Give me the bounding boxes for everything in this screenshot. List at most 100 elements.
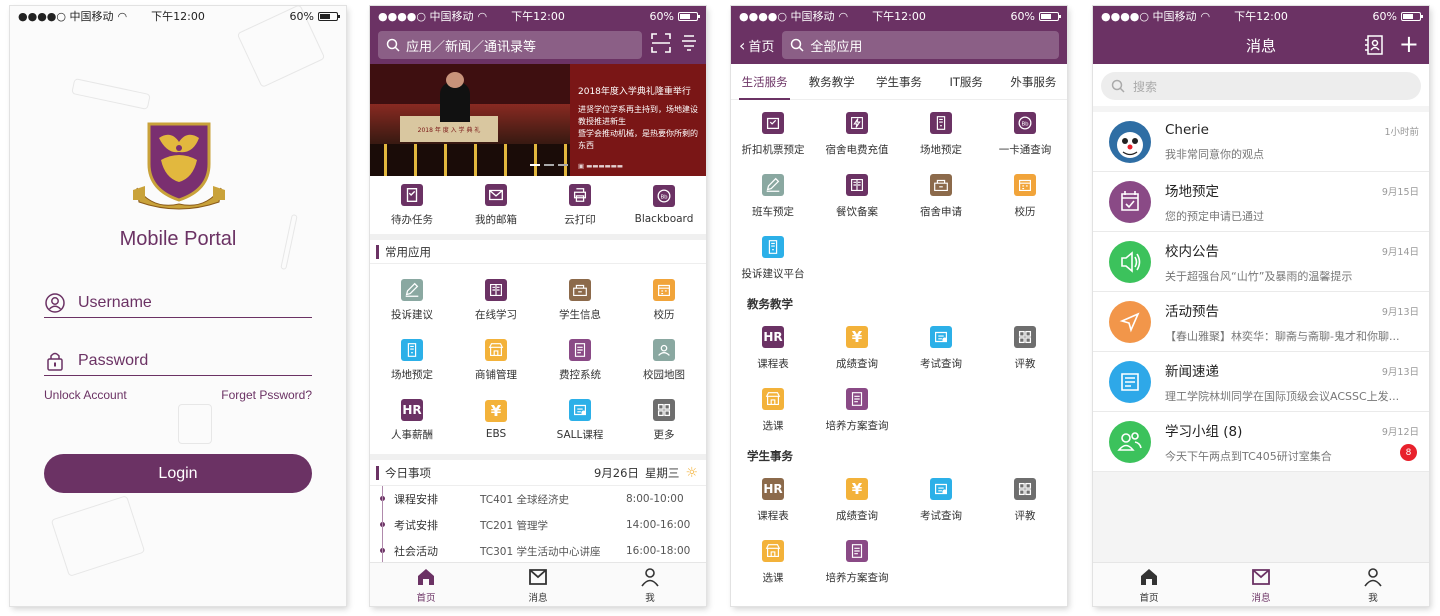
app-shortcut[interactable]: 班车预定 (731, 166, 815, 226)
app-shortcut[interactable]: 校历 (983, 166, 1067, 226)
messages-screen: ●●●●○ 中国移动 ◠ 下午12:00 60% 消息 + 搜索 Cherie 我… (1093, 6, 1429, 606)
app-shortcut[interactable]: ¥ EBS (454, 392, 538, 448)
app-shortcut[interactable]: SALL课程 (538, 392, 622, 448)
app-shortcut[interactable]: 校历 (622, 272, 706, 328)
app-shortcut[interactable]: 商铺管理 (454, 332, 538, 388)
category-tab[interactable]: IT服务 (933, 64, 1000, 100)
message-item[interactable]: 活动预告 【春山雅聚】林奕华：聊斋与斋聊-鬼才和你聊... 9月13日 (1093, 292, 1429, 352)
wifi-icon: ◠ (117, 9, 128, 23)
app-shortcut[interactable]: HR 人事薪酬 (370, 392, 454, 448)
username-field[interactable]: Username (44, 288, 312, 318)
app-shortcut[interactable]: 培养方案查询 (815, 380, 899, 440)
app-shortcut[interactable]: 学生信息 (538, 272, 622, 328)
category-tab[interactable]: 外事服务 (1000, 64, 1067, 100)
quick-action[interactable]: Bb Blackboard (622, 176, 706, 234)
app-shortcut[interactable]: 场地预定 (370, 332, 454, 388)
app-shortcut[interactable]: 选课 (731, 532, 815, 592)
app-label: 投诉建议平台 (741, 267, 805, 280)
app-shortcut[interactable]: 考试查询 (899, 318, 983, 378)
message-item[interactable]: Cherie 我非常同意你的观点 1小时前 (1093, 112, 1429, 172)
carousel-dots[interactable] (530, 164, 568, 166)
app-shortcut[interactable]: ¥ 成绩查询 (815, 470, 899, 530)
ticket-icon (762, 111, 784, 134)
contacts-icon[interactable] (1363, 34, 1385, 60)
home-screen: ●●●●○ 中国移动 ◠ 下午12:00 60% 应用／新闻／通讯录等 2018 … (370, 6, 706, 606)
quick-action[interactable]: 云打印 (538, 176, 622, 234)
username-placeholder: Username (78, 293, 152, 311)
app-shortcut[interactable]: Bb 一卡通查询 (983, 104, 1067, 164)
app-shortcut[interactable]: 宿舍申请 (899, 166, 983, 226)
apps-header: ‹ 首页 全部应用 (731, 26, 1067, 64)
app-shortcut[interactable]: 更多 (622, 392, 706, 448)
app-shortcut[interactable]: ¥ 成绩查询 (815, 318, 899, 378)
home-search-input[interactable]: 应用／新闻／通讯录等 (378, 31, 642, 59)
app-shortcut[interactable]: HR 课程表 (731, 470, 815, 530)
tab-message[interactable]: 消息 (482, 563, 594, 606)
app-shortcut[interactable]: 餐饮备案 (815, 166, 899, 226)
shop-icon (485, 338, 507, 361)
tab-profile[interactable]: 我 (594, 563, 706, 606)
schedule-list: 课程安排 TC401 全球经济史 8:00-10:00 考试安排 TC201 管… (370, 486, 706, 564)
app-shortcut[interactable]: 考试查询 (899, 470, 983, 530)
message-item[interactable]: 校内公告 关于超强台风“山竹”及暴雨的温馨提示 9月14日 (1093, 232, 1429, 292)
tab-message[interactable]: 消息 (1205, 563, 1317, 606)
app-shortcut[interactable]: 折扣机票预定 (731, 104, 815, 164)
quick-action[interactable]: 我的邮箱 (454, 176, 538, 234)
app-shortcut[interactable]: HR 课程表 (731, 318, 815, 378)
quick-action[interactable]: 待办任务 (370, 176, 454, 234)
schedule-item[interactable]: 社会活动 TC301 学生活动中心讲座 16:00-18:00 (370, 538, 706, 564)
apps-search-input[interactable]: 全部应用 (782, 31, 1059, 59)
timeline-line (382, 512, 383, 538)
news-banner[interactable]: 2018 年 度 入 学 典 礼 2018年度入学典礼隆重举行 进贤学位学系再主… (370, 64, 706, 176)
feedback-icon (401, 278, 423, 301)
message-item[interactable]: 新闻速递 理工学院林圳同学在国际顶级会议ACSSC上发... 9月13日 (1093, 352, 1429, 412)
app-shortcut[interactable]: 场地预定 (899, 104, 983, 164)
app-shortcut[interactable]: 投诉建议 (370, 272, 454, 328)
banner-caption: 2018年度入学典礼隆重举行 进贤学位学系再主持到，场地建设教授推进新生 暨学会… (570, 64, 706, 176)
carrier-label: ●●●●○ 中国移动 (739, 10, 835, 23)
scan-icon[interactable] (650, 32, 672, 58)
app-shortcut[interactable]: 评教 (983, 318, 1067, 378)
message-item[interactable]: 场地预定 您的预定申请已通过 9月15日 (1093, 172, 1429, 232)
app-shortcut[interactable]: 宿舍电费充值 (815, 104, 899, 164)
category-tab[interactable]: 学生事务 (865, 64, 932, 100)
app-shortcut[interactable]: 费控系统 (538, 332, 622, 388)
today-weekday: 星期三 (644, 465, 680, 480)
message-item[interactable]: 学习小组 (8) 今天下午两点到TC405研讨室集合 9月12日 8 (1093, 412, 1429, 472)
app-label: 成绩查询 (836, 357, 878, 370)
schedule-item[interactable]: 考试安排 TC201 管理学 14:00-16:00 (370, 512, 706, 538)
schedule-item[interactable]: 课程安排 TC401 全球经济史 8:00-10:00 (370, 486, 706, 512)
unlock-account-link[interactable]: Unlock Account (44, 388, 127, 402)
forget-password-link[interactable]: Forget Pssword? (221, 388, 312, 402)
category-tab[interactable]: 教务教学 (798, 64, 865, 100)
ruler-doodle (71, 78, 151, 110)
app-shortcut[interactable]: 在线学习 (454, 272, 538, 328)
app-shortcut[interactable]: 投诉建议平台 (731, 228, 815, 288)
battery-icon (1401, 11, 1423, 21)
login-button[interactable]: Login (44, 454, 312, 493)
plan-icon (846, 387, 868, 410)
app-shortcut[interactable]: 校园地图 (622, 332, 706, 388)
tab-profile[interactable]: 我 (1317, 563, 1429, 606)
schedule-time: 16:00-18:00 (626, 545, 691, 557)
battery-icon (678, 11, 700, 21)
today-title: 今日事项 (385, 465, 431, 480)
category-tab[interactable]: 生活服务 (731, 64, 798, 100)
menu-icon[interactable] (680, 34, 698, 56)
app-shortcut[interactable]: 选课 (731, 380, 815, 440)
tab-home[interactable]: 首页 (370, 563, 482, 606)
app-label: 评教 (1014, 357, 1036, 370)
venue-icon (930, 111, 952, 134)
app-shortcut[interactable]: 评教 (983, 470, 1067, 530)
add-icon[interactable]: + (1399, 32, 1419, 56)
calendar-icon (653, 278, 675, 301)
app-shortcut[interactable]: 培养方案查询 (815, 532, 899, 592)
back-button[interactable]: ‹ 首页 (739, 36, 774, 55)
password-field[interactable]: Password (44, 346, 312, 376)
carrier-label: ●●●●○ 中国移动 (378, 10, 474, 23)
message-preview: 我非常同意你的观点 (1165, 147, 1264, 161)
tab-home[interactable]: 首页 (1093, 563, 1205, 606)
messages-header: 消息 + (1093, 26, 1429, 64)
academic-section-title: 教务教学 (747, 297, 793, 311)
messages-search-input[interactable]: 搜索 (1101, 72, 1421, 100)
